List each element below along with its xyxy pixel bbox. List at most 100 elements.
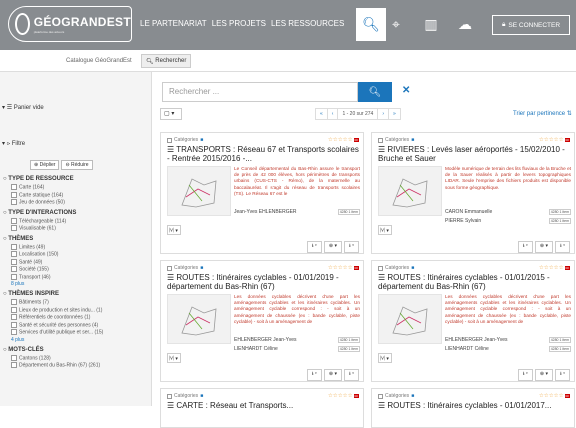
- version-dropdown[interactable]: ⒱ ▾: [167, 225, 181, 235]
- facet-checkbox[interactable]: Département du Bas-Rhin (67) (261): [3, 362, 151, 370]
- facet-heading[interactable]: ○ MOTS-CLÉS: [3, 346, 151, 355]
- result-card[interactable]: Catégories ■ ☆☆☆☆☆ cc ☰ RIVIERES : Levés la…: [371, 132, 575, 254]
- share-button[interactable]: ⭳ ▾: [555, 369, 570, 381]
- result-card[interactable]: Catégories ■ ☆☆☆☆☆ cc ☰ ROUTES : Itinéraire…: [371, 260, 575, 382]
- view-button[interactable]: ⊕ ▾: [323, 369, 342, 381]
- facet-checkbox[interactable]: Santé et sécurité des personnes (4): [3, 322, 151, 330]
- collapse-all-button[interactable]: ⊖ Réduire: [61, 160, 93, 170]
- version-dropdown[interactable]: ⒱ ▾: [378, 353, 392, 363]
- facet-checkbox[interactable]: Localisation (150): [3, 251, 151, 259]
- facet-checkbox[interactable]: Jeu de données (50): [3, 199, 151, 207]
- facet-checkbox[interactable]: Visualisable (61): [3, 225, 151, 233]
- download-button[interactable]: ⭳ ▾: [306, 241, 322, 253]
- card-checkbox[interactable]: [378, 137, 383, 143]
- result-card[interactable]: Catégories ■ ☆☆☆☆☆ cc ☰ CARTE : Réseau et T…: [160, 388, 364, 428]
- header-map-button[interactable]: ▥: [416, 8, 446, 41]
- share-button[interactable]: ⭳ ▾: [344, 241, 359, 253]
- cart-toggle[interactable]: ▾ ☰ Panier vide: [2, 104, 44, 111]
- card-checkbox[interactable]: [378, 265, 383, 271]
- facet-heading[interactable]: ○ TYPE DE RESSOURCE: [3, 175, 151, 184]
- card-thumbnail[interactable]: [167, 166, 231, 216]
- view-button[interactable]: ⊕ ▾: [534, 241, 553, 253]
- facet-checkbox[interactable]: Services d'utilité publique et ser... (1…: [3, 329, 151, 337]
- download-button[interactable]: ⭳ ▾: [517, 369, 533, 381]
- facet-checkbox[interactable]: Santé (49): [3, 259, 151, 267]
- search-submit-button[interactable]: 🔍︎: [358, 82, 392, 102]
- card-thumbnail[interactable]: [378, 166, 442, 216]
- rating-stars[interactable]: ☆☆☆☆☆ cc: [328, 137, 359, 143]
- rechercher-tab[interactable]: 🔍︎ Rechercher: [141, 54, 192, 68]
- rating-stars[interactable]: ☆☆☆☆☆ cc: [328, 393, 359, 399]
- share-button[interactable]: ⭳ ▾: [344, 369, 359, 381]
- card-thumbnail[interactable]: [378, 294, 442, 344]
- facet-checkbox[interactable]: Lieux de production et sites indu... (1): [3, 307, 151, 315]
- category-icon: ■: [411, 137, 415, 143]
- card-category: Catégories ■: [167, 265, 203, 271]
- database-icon: ☰: [378, 273, 388, 282]
- card-checkbox[interactable]: [167, 265, 172, 271]
- owner-tag: 4280 1 item: [548, 209, 571, 215]
- card-owner: EHLENBERGER Jean-Yves 4280 1 item: [234, 337, 360, 343]
- facet-checkbox[interactable]: Téléchargeable (114): [3, 218, 151, 226]
- facet-checkbox[interactable]: Carte (164): [3, 184, 151, 192]
- facet-heading[interactable]: ○ TYPE D'INTERACTIONS: [3, 209, 151, 218]
- facet-checkbox[interactable]: Limites (49): [3, 244, 151, 252]
- version-dropdown[interactable]: ⒱ ▾: [378, 225, 392, 235]
- nav-ressources[interactable]: LES RESSOURCES: [271, 19, 344, 28]
- next-page-button[interactable]: ›: [378, 109, 389, 119]
- facet-more-link[interactable]: 8 plus: [3, 281, 151, 288]
- rating-stars[interactable]: ☆☆☆☆☆ cc: [539, 393, 570, 399]
- facet-more-link[interactable]: 4 plus: [3, 337, 151, 344]
- facet-checkbox[interactable]: Bâtiments (7): [3, 299, 151, 307]
- rating-stars[interactable]: ☆☆☆☆☆ cc: [539, 265, 570, 271]
- search-input[interactable]: Rechercher ...: [162, 82, 358, 102]
- card-thumbnail[interactable]: [167, 294, 231, 344]
- database-icon: ☰: [167, 145, 177, 154]
- pager: « ‹ 1 - 20 sur 274 › »: [315, 108, 401, 120]
- facet-checkbox[interactable]: Transport (46): [3, 274, 151, 282]
- facet-checkbox[interactable]: Référentiels de coordonnées (1): [3, 314, 151, 322]
- clear-search-icon[interactable]: ✕: [402, 85, 410, 96]
- result-card[interactable]: Catégories ■ ☆☆☆☆☆ cc ☰ ROUTES : Itinéraire…: [160, 260, 364, 382]
- owner-tag: 4280 1 item: [337, 346, 360, 352]
- card-title[interactable]: ☰ ROUTES : Itinéraires cyclables - 01/01…: [167, 273, 363, 291]
- nav-partenariat[interactable]: LE PARTENARIAT: [140, 19, 207, 28]
- card-checkbox[interactable]: [378, 393, 383, 399]
- result-card[interactable]: Catégories ■ ☆☆☆☆☆ cc ☰ ROUTES : Itinéraire…: [371, 388, 575, 428]
- select-all-dropdown[interactable]: ▢ ▾: [160, 108, 182, 120]
- facet-checkbox[interactable]: Cantons (128): [3, 355, 151, 363]
- card-title[interactable]: ☰ RIVIERES : Levés laser aéroportés - 15…: [378, 145, 574, 163]
- catalogue-link[interactable]: Catalogue GéoGrandEst: [66, 58, 132, 64]
- facet-checkbox[interactable]: Société (155): [3, 266, 151, 274]
- nav-projets[interactable]: LES PROJETS: [212, 19, 266, 28]
- version-dropdown[interactable]: ⒱ ▾: [167, 353, 181, 363]
- card-title[interactable]: ☰ ROUTES : Itinéraires cyclables - 01/01…: [378, 273, 574, 291]
- card-checkbox[interactable]: [167, 137, 172, 143]
- card-title-text: ROUTES : Itinéraires cyclables - 01/01/2…: [378, 273, 550, 291]
- first-page-button[interactable]: «: [316, 109, 328, 119]
- result-card[interactable]: Catégories ■ ☆☆☆☆☆ cc ☰ TRANSPORTS : Réseau…: [160, 132, 364, 254]
- connect-button[interactable]: 🔒︎ SE CONNECTER: [492, 15, 570, 35]
- facet-heading[interactable]: ○ THÈMES INSPIRE: [3, 290, 151, 299]
- geograndest-logo[interactable]: GÉOGRANDEST plateforme des acteurs: [8, 6, 132, 42]
- card-title[interactable]: ☰ TRANSPORTS : Réseau 67 et Transports s…: [167, 145, 363, 163]
- header-mapviewer-button[interactable]: ⌖: [381, 8, 411, 41]
- category-label: Catégories: [385, 265, 410, 271]
- download-button[interactable]: ⭳ ▾: [517, 241, 533, 253]
- header-upload-button[interactable]: ☁: [450, 8, 480, 41]
- last-page-button[interactable]: »: [389, 109, 400, 119]
- prev-page-button[interactable]: ‹: [328, 109, 339, 119]
- chevron-down-icon: ▾: [2, 141, 6, 147]
- facet-heading[interactable]: ○ THÈMES: [3, 235, 151, 244]
- share-button[interactable]: ⭳ ▾: [555, 241, 570, 253]
- expand-all-button[interactable]: ⊕ Déplier: [30, 160, 60, 170]
- card-checkbox[interactable]: [167, 393, 172, 399]
- view-button[interactable]: ⊕ ▾: [534, 369, 553, 381]
- view-button[interactable]: ⊕ ▾: [323, 241, 342, 253]
- rating-stars[interactable]: ☆☆☆☆☆ cc: [539, 137, 570, 143]
- filter-toggle[interactable]: ▾ ⪧ Filtre: [2, 140, 25, 148]
- sort-dropdown[interactable]: Trier par pertinence ⇅: [513, 110, 572, 117]
- rating-stars[interactable]: ☆☆☆☆☆ cc: [328, 265, 359, 271]
- download-button[interactable]: ⭳ ▾: [306, 369, 322, 381]
- facet-checkbox[interactable]: Carte statique (164): [3, 192, 151, 200]
